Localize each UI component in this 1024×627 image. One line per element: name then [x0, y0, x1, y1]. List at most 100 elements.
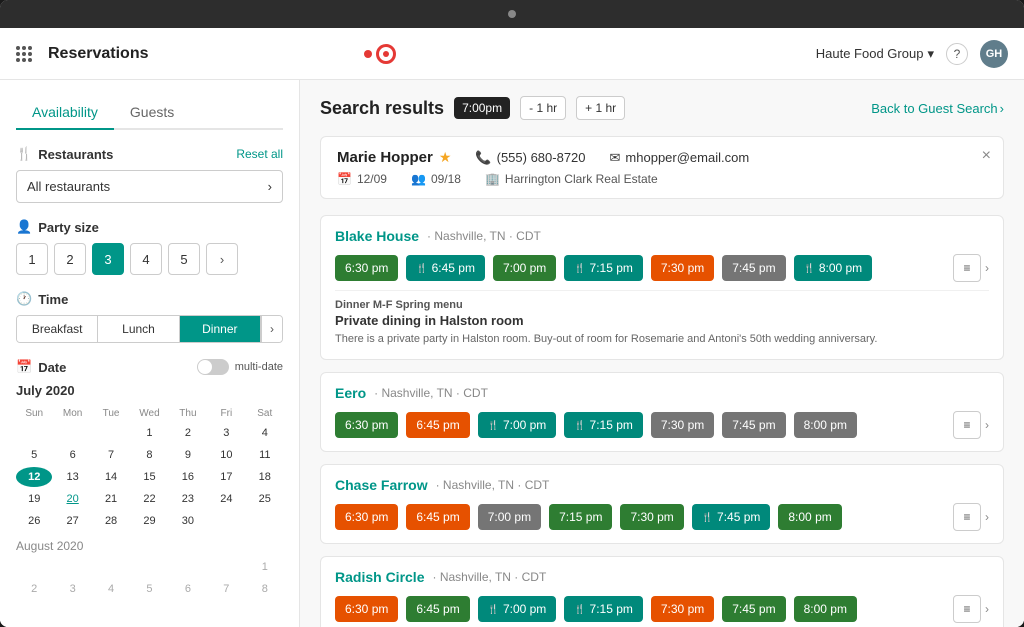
close-icon[interactable]: × [982, 147, 991, 165]
plus-hour-button[interactable]: + 1 hr [576, 96, 625, 120]
cal-day-20[interactable]: 20 [54, 489, 90, 509]
aug-day-1[interactable]: 1 [247, 557, 283, 577]
cal-day-18[interactable]: 18 [247, 467, 283, 487]
slot-2-6[interactable]: 8:00 pm [778, 504, 841, 530]
slot-1-1[interactable]: 6:45 pm [406, 412, 469, 438]
cal-day-19[interactable]: 19 [16, 489, 52, 509]
cal-day-30[interactable]: 30 [170, 511, 206, 531]
time-more[interactable]: › [261, 316, 282, 342]
aug-day-8[interactable]: 8 [247, 579, 283, 599]
cal-day-21[interactable]: 21 [93, 489, 129, 509]
restaurant-name-0[interactable]: Blake House [335, 228, 419, 244]
cal-day-11[interactable]: 11 [247, 445, 283, 465]
party-size-2[interactable]: 2 [54, 243, 86, 275]
restaurant-select[interactable]: All restaurants › [16, 170, 283, 203]
slot-3-6[interactable]: 8:00 pm [794, 596, 857, 622]
slot-3-4[interactable]: 7:30 pm [651, 596, 714, 622]
slot-3-3[interactable]: 🍴7:15 pm [564, 596, 643, 622]
org-selector[interactable]: Haute Food Group ▾ [816, 46, 934, 62]
slot-2-0[interactable]: 6:30 pm [335, 504, 398, 530]
cal-day-29[interactable]: 29 [131, 511, 167, 531]
cal-day-24[interactable]: 24 [208, 489, 244, 509]
slot-1-4[interactable]: 7:30 pm [651, 412, 714, 438]
slot-1-5[interactable]: 7:45 pm [722, 412, 785, 438]
cal-day-16[interactable]: 16 [170, 467, 206, 487]
slot-1-6[interactable]: 8:00 pm [794, 412, 857, 438]
cal-day-1[interactable]: 1 [131, 423, 167, 443]
cal-day-5[interactable]: 5 [16, 445, 52, 465]
cal-day-6[interactable]: 6 [54, 445, 90, 465]
multi-date-toggle[interactable] [197, 359, 229, 375]
cal-day-22[interactable]: 22 [131, 489, 167, 509]
aug-day-2[interactable]: 2 [16, 579, 52, 599]
slot-3-1[interactable]: 6:45 pm [406, 596, 469, 622]
slot-0-1[interactable]: 🍴6:45 pm [406, 255, 485, 281]
expand-button-1[interactable]: › [985, 418, 989, 432]
slot-1-2[interactable]: 🍴7:00 pm [478, 412, 557, 438]
menu-button-2[interactable]: ≡ [953, 503, 981, 531]
menu-button-0[interactable]: ≡ [953, 254, 981, 282]
slot-1-3[interactable]: 🍴7:15 pm [564, 412, 643, 438]
menu-button-3[interactable]: ≡ [953, 595, 981, 623]
cal-day-26[interactable]: 26 [16, 511, 52, 531]
cal-day-15[interactable]: 15 [131, 467, 167, 487]
party-size-more[interactable]: › [206, 243, 238, 275]
cal-day-3[interactable]: 3 [208, 423, 244, 443]
cal-day-10[interactable]: 10 [208, 445, 244, 465]
aug-day-7[interactable]: 7 [208, 579, 244, 599]
cal-day-4[interactable]: 4 [247, 423, 283, 443]
cal-day-14[interactable]: 14 [93, 467, 129, 487]
restaurant-name-1[interactable]: Eero [335, 385, 366, 401]
slot-0-4[interactable]: 7:30 pm [651, 255, 714, 281]
aug-day-5[interactable]: 5 [131, 579, 167, 599]
slot-2-5[interactable]: 🍴7:45 pm [692, 504, 771, 530]
slot-2-1[interactable]: 6:45 pm [406, 504, 469, 530]
slot-0-6[interactable]: 🍴8:00 pm [794, 255, 873, 281]
cal-day-7[interactable]: 7 [93, 445, 129, 465]
slot-2-2[interactable]: 7:00 pm [478, 504, 541, 530]
reset-all-link[interactable]: Reset all [236, 147, 283, 161]
cal-day-8[interactable]: 8 [131, 445, 167, 465]
back-to-guest-search-link[interactable]: Back to Guest Search › [871, 101, 1004, 116]
slot-0-2[interactable]: 7:00 pm [493, 255, 556, 281]
aug-day-6[interactable]: 6 [170, 579, 206, 599]
grid-icon[interactable] [16, 46, 32, 62]
slot-0-0[interactable]: 6:30 pm [335, 255, 398, 281]
cal-day-17[interactable]: 17 [208, 467, 244, 487]
slot-3-5[interactable]: 7:45 pm [722, 596, 785, 622]
cal-day-13[interactable]: 13 [54, 467, 90, 487]
slot-0-5[interactable]: 7:45 pm [722, 255, 785, 281]
help-button[interactable]: ? [946, 43, 968, 65]
minus-hour-button[interactable]: - 1 hr [520, 96, 566, 120]
cal-day-27[interactable]: 27 [54, 511, 90, 531]
time-dinner[interactable]: Dinner [180, 316, 261, 342]
party-size-5[interactable]: 5 [168, 243, 200, 275]
menu-button-1[interactable]: ≡ [953, 411, 981, 439]
party-size-3[interactable]: 3 [92, 243, 124, 275]
cal-day-28[interactable]: 28 [93, 511, 129, 531]
time-breakfast[interactable]: Breakfast [17, 316, 98, 342]
slot-2-4[interactable]: 7:30 pm [620, 504, 683, 530]
cal-day-2[interactable]: 2 [170, 423, 206, 443]
party-size-1[interactable]: 1 [16, 243, 48, 275]
slot-3-0[interactable]: 6:30 pm [335, 596, 398, 622]
slot-1-0[interactable]: 6:30 pm [335, 412, 398, 438]
restaurant-name-2[interactable]: Chase Farrow [335, 477, 428, 493]
cal-day-12[interactable]: 12 [16, 467, 52, 487]
slot-0-3[interactable]: 🍴7:15 pm [564, 255, 643, 281]
tab-guests[interactable]: Guests [114, 96, 190, 130]
avatar[interactable]: GH [980, 40, 1008, 68]
expand-button-3[interactable]: › [985, 602, 989, 616]
cal-day-9[interactable]: 9 [170, 445, 206, 465]
aug-day-4[interactable]: 4 [93, 579, 129, 599]
time-lunch[interactable]: Lunch [98, 316, 179, 342]
cal-day-25[interactable]: 25 [247, 489, 283, 509]
tab-availability[interactable]: Availability [16, 96, 114, 130]
slot-3-2[interactable]: 🍴7:00 pm [478, 596, 557, 622]
expand-button-0[interactable]: › [985, 261, 989, 275]
slot-2-3[interactable]: 7:15 pm [549, 504, 612, 530]
aug-day-3[interactable]: 3 [54, 579, 90, 599]
cal-day-23[interactable]: 23 [170, 489, 206, 509]
restaurant-name-3[interactable]: Radish Circle [335, 569, 424, 585]
expand-button-2[interactable]: › [985, 510, 989, 524]
